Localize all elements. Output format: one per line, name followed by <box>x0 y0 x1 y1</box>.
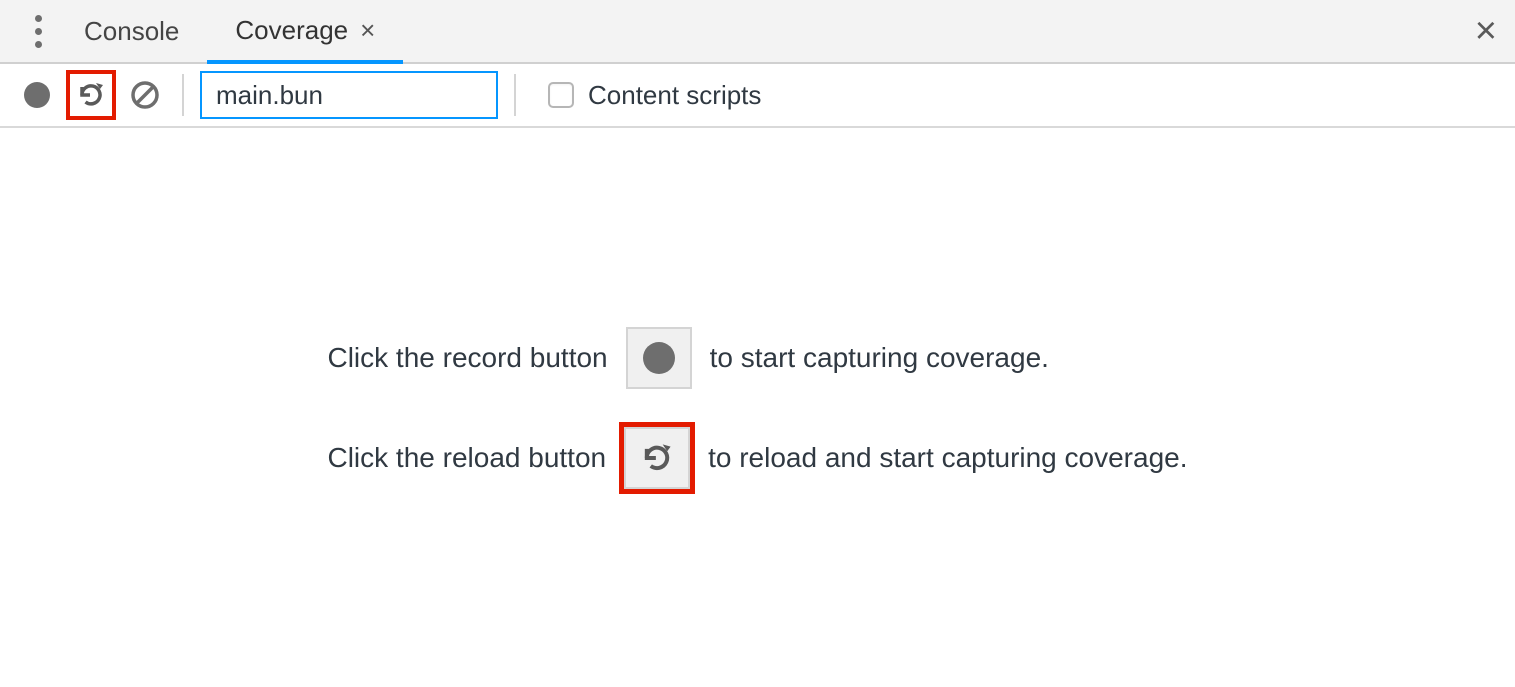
tab-console[interactable]: Console <box>56 0 207 62</box>
coverage-empty-state: Click the record button to start capturi… <box>0 128 1515 687</box>
tab-coverage[interactable]: Coverage × <box>207 0 403 64</box>
close-drawer-icon[interactable]: × <box>1475 12 1497 50</box>
reload-button-sample[interactable] <box>624 427 690 489</box>
checkbox-icon <box>548 82 574 108</box>
record-button[interactable] <box>16 74 58 116</box>
drawer-tabbar: Console Coverage × × <box>0 0 1515 64</box>
tab-label: Coverage <box>235 15 348 46</box>
help-text: to reload and start capturing coverage. <box>708 442 1187 474</box>
record-icon <box>643 342 675 374</box>
checkbox-label: Content scripts <box>588 80 761 111</box>
tab-label: Console <box>84 16 179 47</box>
clear-button[interactable] <box>124 74 166 116</box>
reload-icon <box>640 441 674 475</box>
close-tab-icon[interactable]: × <box>360 15 375 46</box>
coverage-toolbar: ✕ Content scripts <box>0 64 1515 128</box>
help-line-reload: Click the reload button to reload and st… <box>327 427 1187 489</box>
help-text: Click the reload button <box>327 442 606 474</box>
toolbar-divider <box>182 74 184 116</box>
help-text: Click the record button <box>327 342 607 374</box>
toolbar-divider <box>514 74 516 116</box>
help-text: to start capturing coverage. <box>710 342 1049 374</box>
record-icon <box>24 82 50 108</box>
url-filter[interactable]: ✕ <box>200 71 498 119</box>
block-icon <box>130 80 160 110</box>
reload-icon <box>76 80 106 110</box>
content-scripts-toggle[interactable]: Content scripts <box>548 80 761 111</box>
help-line-record: Click the record button to start capturi… <box>327 327 1048 389</box>
kebab-menu-icon[interactable] <box>20 0 56 62</box>
record-button-sample[interactable] <box>626 327 692 389</box>
url-filter-input[interactable] <box>216 80 551 111</box>
reload-button[interactable] <box>66 70 116 120</box>
